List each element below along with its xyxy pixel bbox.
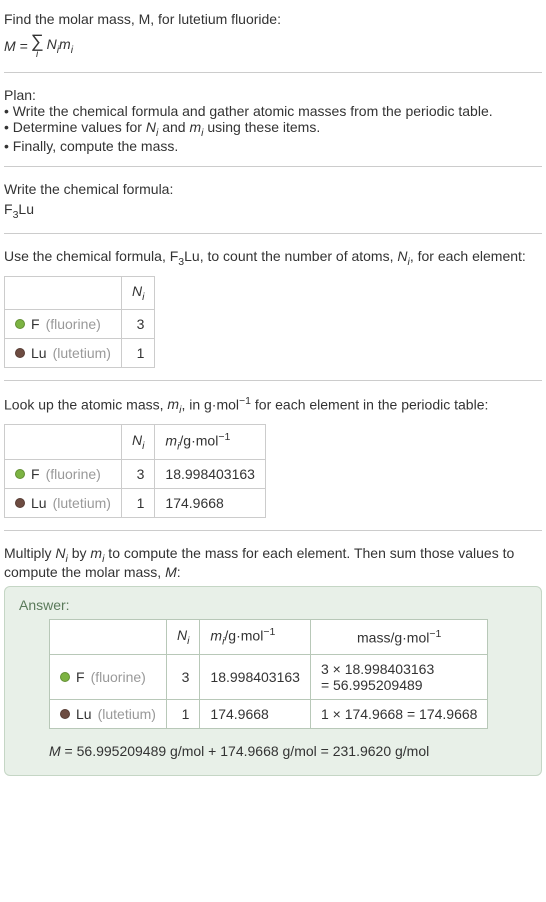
table-header-row: Ni bbox=[5, 276, 155, 309]
answer-box: Answer: Ni mi/g·mol−1 mass/g·mol−1 F(flu… bbox=[4, 586, 542, 775]
plan-line3: • Finally, compute the mass. bbox=[4, 138, 542, 154]
final-result: M = 56.995209489 g/mol + 174.9668 g/mol … bbox=[49, 743, 527, 759]
plan-title: Plan: bbox=[4, 87, 542, 103]
plan-line2: • Determine values for Ni and mi using t… bbox=[4, 119, 542, 139]
header-mi: mi/g·mol−1 bbox=[155, 425, 266, 459]
header-mass: mass/g·mol−1 bbox=[310, 620, 487, 654]
table-row: F(fluorine) 3 bbox=[5, 309, 155, 338]
intro-line1: Find the molar mass, M, for lutetium flu… bbox=[4, 10, 542, 30]
element-dot-icon bbox=[15, 498, 25, 508]
multiply-text: Multiply Ni by mi to compute the mass fo… bbox=[4, 545, 542, 581]
chemical-formula: F3Lu bbox=[4, 201, 542, 221]
count-atoms-text: Use the chemical formula, F3Lu, to count… bbox=[4, 248, 542, 268]
intro-section: Find the molar mass, M, for lutetium flu… bbox=[4, 4, 542, 73]
table-header-row: Ni mi/g·mol−1 bbox=[5, 425, 266, 459]
mass-table: Ni mi/g·mol−1 F(fluorine) 3 18.998403163… bbox=[4, 424, 266, 517]
answer-table: Ni mi/g·mol−1 mass/g·mol−1 F(fluorine) 3… bbox=[49, 619, 488, 728]
element-dot-icon bbox=[15, 348, 25, 358]
header-ni: Ni bbox=[166, 620, 199, 654]
element-dot-icon bbox=[15, 469, 25, 479]
table-header-row: Ni mi/g·mol−1 mass/g·mol−1 bbox=[50, 620, 488, 654]
header-mi: mi/g·mol−1 bbox=[200, 620, 311, 654]
answer-section: Multiply Ni by mi to compute the mass fo… bbox=[4, 539, 542, 788]
table-row: F(fluorine) 3 18.998403163 bbox=[5, 459, 266, 488]
table-row: Lu(lutetium) 1 174.9668 bbox=[5, 488, 266, 517]
answer-label: Answer: bbox=[19, 597, 527, 613]
count-atoms-section: Use the chemical formula, F3Lu, to count… bbox=[4, 242, 542, 381]
molar-mass-formula: M = ∑ i Nimi bbox=[4, 32, 73, 60]
element-dot-icon bbox=[60, 672, 70, 682]
atomic-mass-section: Look up the atomic mass, mi, in g·mol−1 … bbox=[4, 389, 542, 531]
count-table: Ni F(fluorine) 3 Lu(lutetium) 1 bbox=[4, 276, 155, 368]
header-ni: Ni bbox=[121, 276, 154, 309]
table-row: Lu(lutetium) 1 bbox=[5, 338, 155, 367]
plan-section: Plan: • Write the chemical formula and g… bbox=[4, 81, 542, 168]
element-dot-icon bbox=[60, 709, 70, 719]
plan-line1: • Write the chemical formula and gather … bbox=[4, 103, 542, 119]
table-row: Lu(lutetium) 1 174.9668 1 × 174.9668 = 1… bbox=[50, 699, 488, 728]
sigma-icon: ∑ i bbox=[31, 32, 44, 60]
chemical-formula-title: Write the chemical formula: bbox=[4, 181, 542, 197]
header-ni: Ni bbox=[121, 425, 154, 459]
chemical-formula-section: Write the chemical formula: F3Lu bbox=[4, 175, 542, 234]
element-dot-icon bbox=[15, 319, 25, 329]
atomic-mass-text: Look up the atomic mass, mi, in g·mol−1 … bbox=[4, 395, 542, 416]
table-row: F(fluorine) 3 18.998403163 3 × 18.998403… bbox=[50, 654, 488, 699]
